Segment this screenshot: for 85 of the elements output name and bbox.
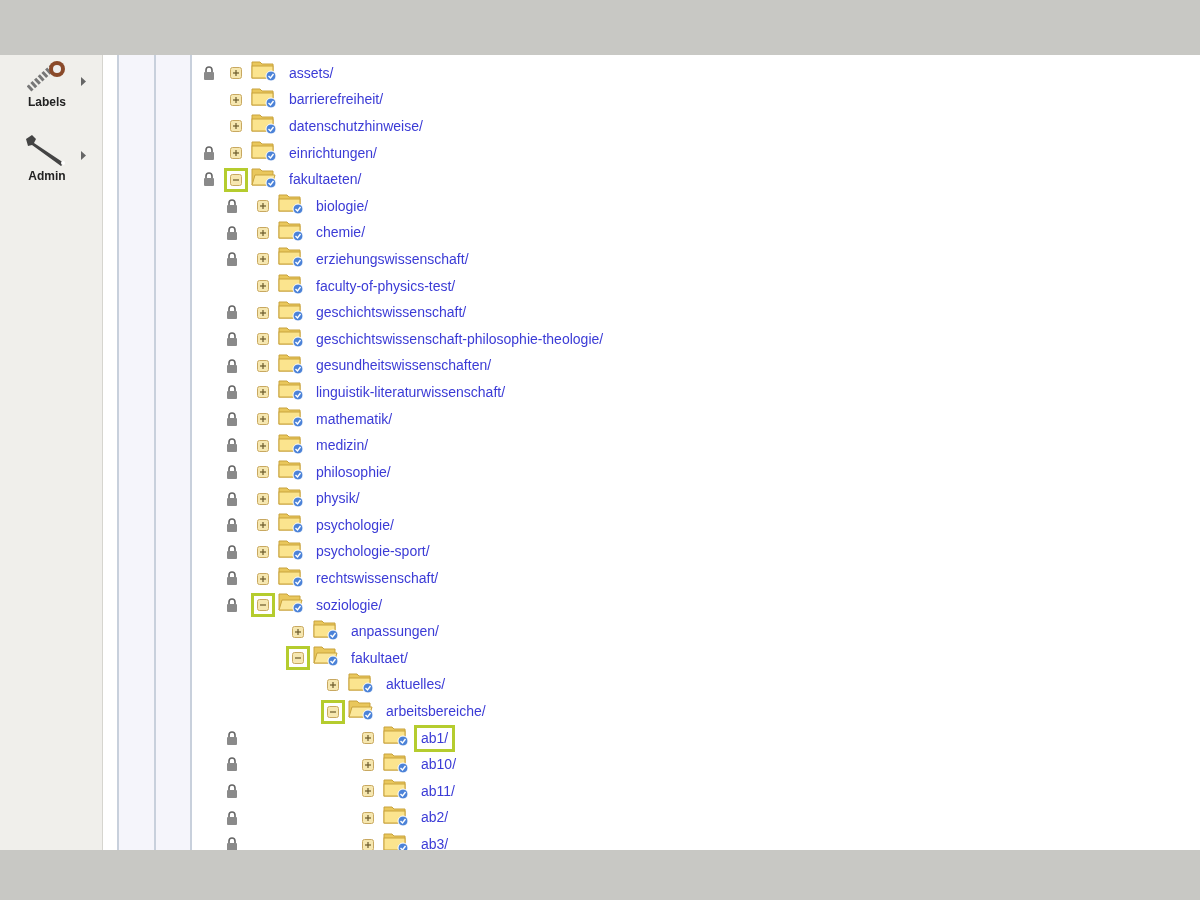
folder-icon: [278, 404, 304, 428]
sidebar-item[interactable]: Admin: [0, 133, 94, 185]
folder-link[interactable]: datenschutzhinweise/: [282, 113, 430, 140]
plus-icon: [257, 572, 269, 585]
plus-icon: [257, 386, 269, 399]
folder-icon: [278, 377, 304, 402]
folder-link[interactable]: gesundheitswissenschaften/: [309, 352, 499, 380]
caret-icon: [81, 151, 86, 160]
folder-link[interactable]: ab10/: [414, 751, 464, 779]
folder-link[interactable]: psychologie-sport/: [309, 538, 437, 566]
open-folder-icon: [313, 643, 339, 668]
folder-link[interactable]: aktuelles/: [379, 671, 453, 699]
folder-icon: [251, 138, 277, 163]
plus-icon: [362, 758, 374, 771]
plus-icon: [257, 306, 269, 319]
minus-icon: [292, 652, 304, 665]
collapse-toggle[interactable]: [251, 593, 275, 618]
folder-link[interactable]: linguistik-literaturwissenschaft/: [309, 378, 513, 406]
plus-icon: [257, 439, 269, 452]
plus-icon: [230, 93, 242, 106]
plus-icon: [362, 785, 374, 798]
folder-link[interactable]: rechtswissenschaft/: [309, 565, 446, 593]
folder-link[interactable]: ab11/: [414, 777, 462, 805]
plus-icon: [257, 519, 269, 532]
folder-icon: [278, 537, 304, 561]
folder-link[interactable]: philosophie/: [309, 458, 398, 486]
folder-icon: [251, 58, 277, 83]
plus-icon: [257, 359, 269, 372]
collapse-toggle[interactable]: [286, 646, 310, 671]
folder-link[interactable]: fakultaeten/: [282, 166, 369, 194]
folder-link[interactable]: ab3/: [414, 831, 456, 850]
folder-link[interactable]: medizin/: [309, 432, 376, 460]
collapse-toggle[interactable]: [224, 167, 248, 192]
folder-link[interactable]: mathematik/: [309, 405, 400, 433]
tape-roll-icon: [27, 59, 67, 93]
folder-link[interactable]: biologie/: [309, 192, 376, 220]
caret-icon: [81, 77, 86, 86]
folder-icon: [251, 111, 277, 136]
folder-icon: [278, 457, 304, 482]
plus-icon: [257, 253, 269, 266]
folder-link[interactable]: ab2/: [414, 804, 456, 832]
folder-link[interactable]: fakultaet/: [344, 644, 415, 672]
plus-icon: [257, 280, 269, 293]
folder-link[interactable]: soziologie/: [309, 591, 390, 619]
plus-icon: [257, 492, 269, 505]
plus-icon: [257, 226, 269, 239]
plus-icon: [362, 811, 374, 824]
minus-icon: [257, 599, 269, 612]
plus-icon: [362, 838, 374, 850]
sidebar-item[interactable]: Labels: [0, 59, 94, 111]
plus-icon: [230, 147, 242, 160]
folder-link[interactable]: physik/: [309, 485, 367, 513]
folder-link[interactable]: geschichtswissenschaft/: [309, 299, 474, 327]
folder-icon: [278, 271, 304, 296]
folder-link[interactable]: ab1/: [414, 724, 456, 752]
folder-link[interactable]: geschichtswissenschaft-philosophie-theologie/: [309, 325, 611, 353]
folder-link[interactable]: erziehungswissenschaft/: [309, 245, 476, 273]
collapse-toggle[interactable]: [321, 699, 345, 724]
open-folder-icon: [278, 590, 304, 615]
folder-link[interactable]: faculty-of-physics-test/: [309, 272, 463, 300]
plus-icon: [257, 466, 269, 479]
plus-icon: [230, 67, 242, 80]
folder-link[interactable]: arbeitsbereiche/: [379, 698, 493, 726]
plus-icon: [257, 333, 269, 346]
folder-link[interactable]: assets/: [282, 59, 341, 87]
minus-icon: [327, 705, 339, 718]
folder-link[interactable]: einrichtungen/: [282, 139, 384, 167]
folder-icon: [278, 324, 304, 349]
folder-link[interactable]: chemie/: [309, 219, 373, 247]
plus-icon: [327, 678, 339, 691]
plus-icon: [257, 200, 269, 213]
folder-link[interactable]: psychologie/: [309, 511, 401, 539]
plus-icon: [230, 120, 242, 133]
minus-icon: [230, 173, 242, 186]
plus-icon: [257, 413, 269, 425]
plus-icon: [362, 732, 374, 745]
folder-icon: [383, 723, 409, 748]
folder-link[interactable]: anpassungen/: [344, 618, 446, 646]
folder-link[interactable]: barrierefreiheit/: [282, 86, 391, 114]
folder-icon: [278, 244, 304, 269]
folder-icon: [278, 191, 304, 216]
plus-icon: [257, 546, 269, 558]
folder-icon: [383, 776, 409, 801]
folder-icon: [278, 510, 304, 535]
plus-icon: [292, 625, 304, 638]
